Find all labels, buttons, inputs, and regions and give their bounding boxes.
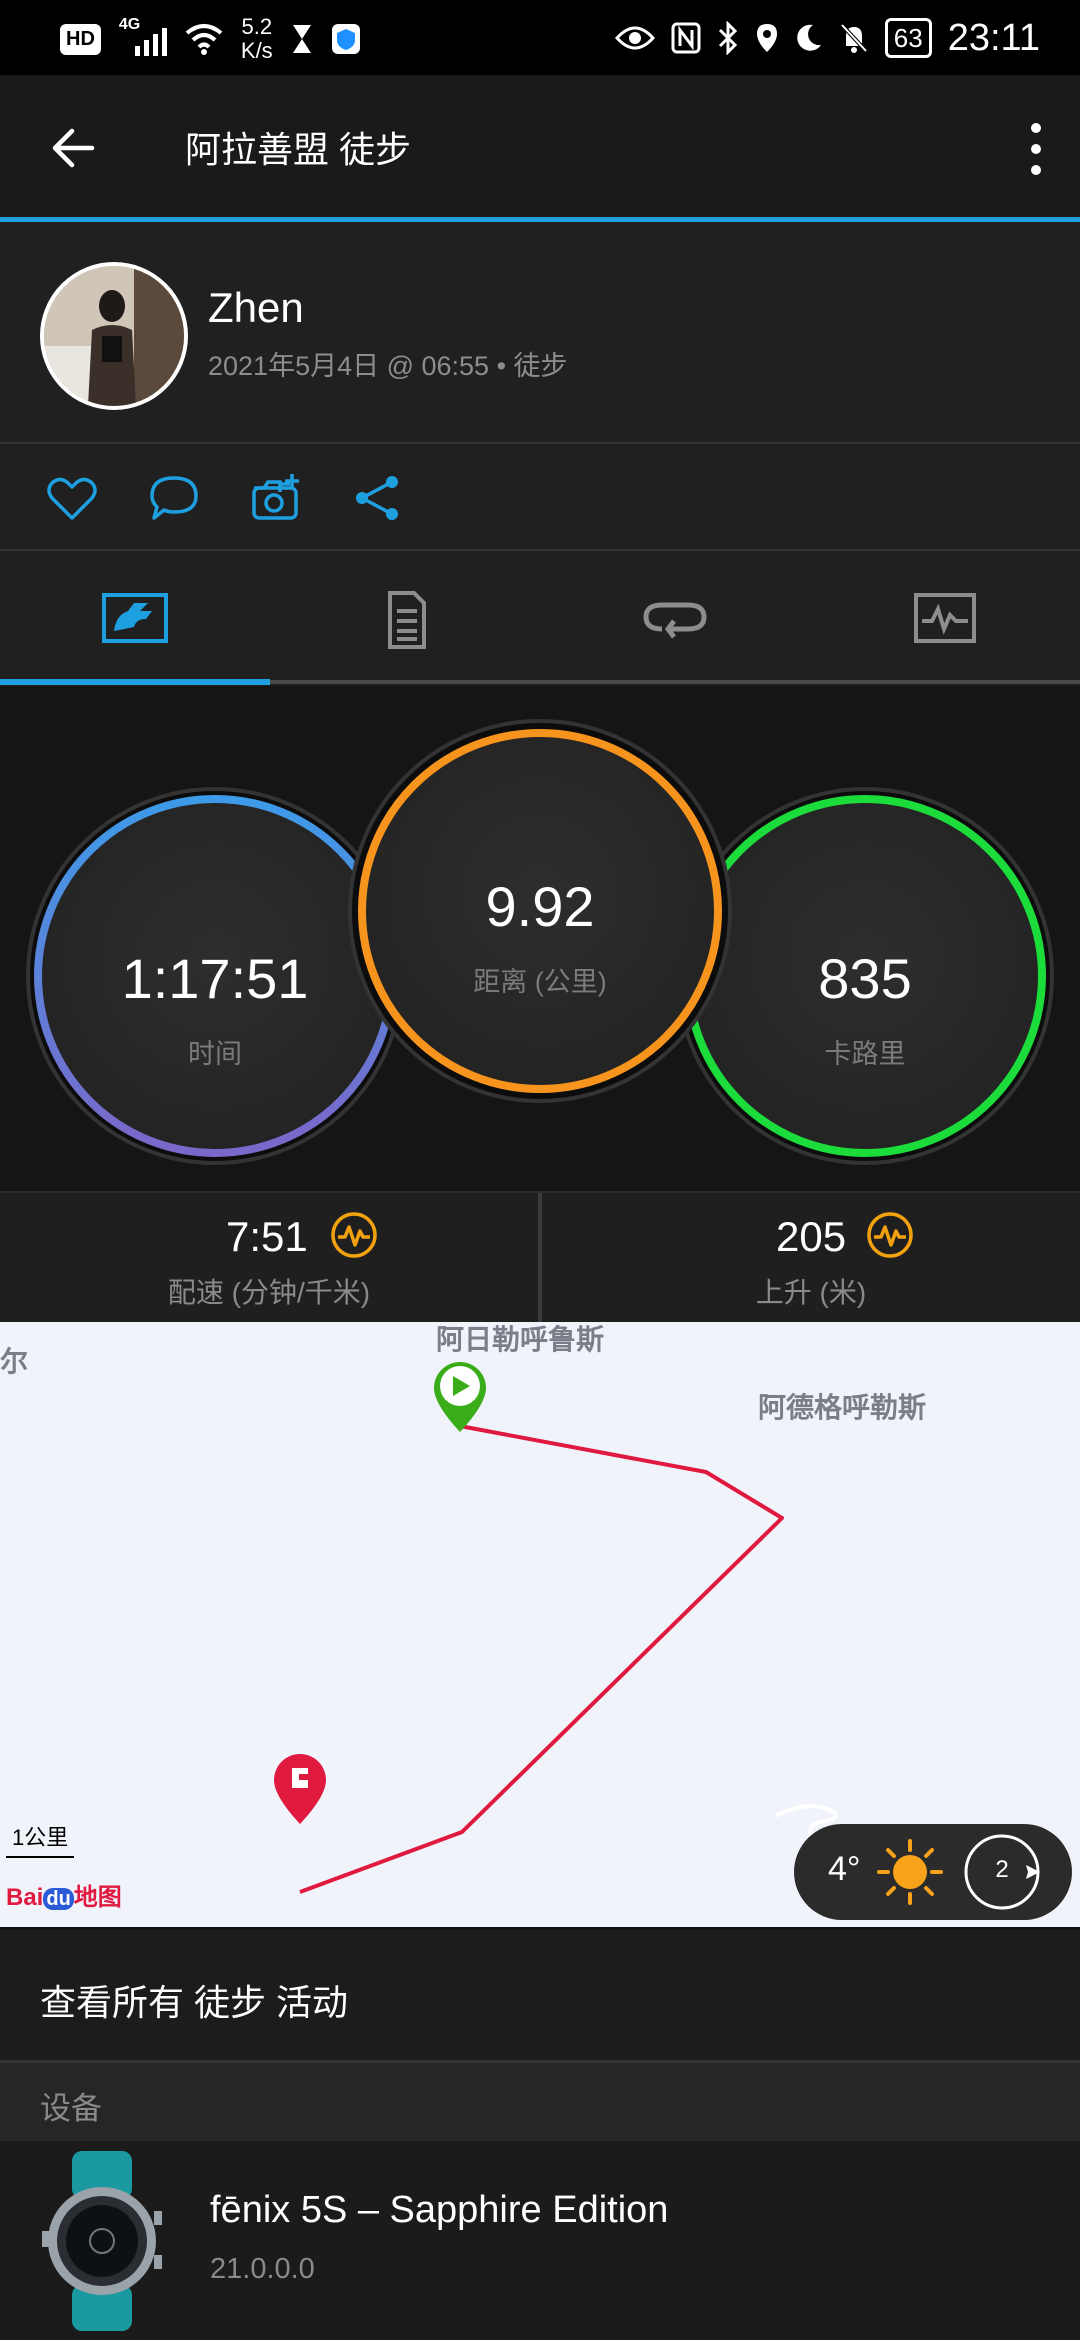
ascent-value: 205: [776, 1213, 847, 1260]
watch-icon: [42, 2151, 162, 2331]
time-value: 1:17:51: [121, 947, 309, 1010]
tab-charts-icon[interactable]: [910, 589, 980, 649]
device-item[interactable]: fēnix 5S – Sapphire Edition 21.0.0.0: [0, 2141, 1080, 2340]
pace-stat[interactable]: 7:51 配速 (分钟/千米): [0, 1193, 538, 1323]
net-speed-value: 5.2: [241, 14, 273, 39]
bluetooth-icon: [718, 21, 737, 55]
page-title: 阿拉善盟 徒步: [185, 129, 412, 170]
baidu-logo-part1: Bai: [6, 1884, 44, 1911]
back-arrow-icon[interactable]: [50, 125, 96, 171]
distance-label: 距离 (公里): [473, 967, 607, 997]
sun-icon: [877, 1839, 943, 1905]
finish-marker-icon[interactable]: [274, 1754, 326, 1854]
net-speed-unit: K/s: [240, 38, 273, 63]
more-options-icon[interactable]: [1026, 123, 1046, 175]
route-map[interactable]: 尔 阿日勒呼鲁斯 阿德格呼勒斯 1公里 Bai du 地图 4° 2: [0, 1322, 1080, 1927]
hourglass-icon: [292, 25, 311, 53]
bell-off-icon: [840, 23, 868, 53]
tab-overview-icon[interactable]: [100, 589, 170, 649]
activity-tabs: [0, 551, 1080, 686]
baidu-logo: Bai du 地图: [6, 1877, 122, 1912]
net-speed: 5.2 K/s: [241, 15, 273, 63]
nfc-icon: [671, 22, 701, 54]
avatar-photo: [44, 266, 184, 406]
calories-value: 835: [818, 947, 912, 1010]
share-icon[interactable]: [350, 470, 406, 526]
wind-speed: 2: [995, 1856, 1009, 1883]
pace-value: 7:51: [226, 1213, 308, 1260]
hd-badge: HD: [60, 23, 101, 55]
ascent-stat[interactable]: 205 上升 (米): [542, 1193, 1080, 1323]
pace-label: 配速 (分钟/千米): [167, 1277, 371, 1308]
time-label: 时间: [188, 1039, 242, 1069]
device-version: 21.0.0.0: [210, 2253, 315, 2285]
tab-laps-icon[interactable]: [640, 589, 710, 649]
eye-icon: [614, 26, 655, 50]
baidu-logo-part2: du: [43, 1888, 74, 1910]
ascent-label: 上升 (米): [755, 1277, 867, 1308]
view-all-activities[interactable]: 查看所有 徒步 活动: [0, 1930, 1080, 2063]
distance-value: 9.92: [485, 875, 595, 938]
activity-owner: Zhen 2021年5月4日 @ 06:55 • 徒步: [0, 222, 1080, 444]
route-line: [299, 1424, 784, 1894]
view-all-label: 查看所有 徒步 活动: [40, 1982, 349, 2023]
shield-icon: [331, 24, 360, 54]
location-icon: [756, 24, 777, 52]
action-bar: [0, 444, 1080, 551]
secondary-stats: 7:51 配速 (分钟/千米) 205 上升 (米): [0, 1191, 1080, 1323]
signal-icon: 4G: [119, 16, 167, 56]
username[interactable]: Zhen: [208, 284, 304, 332]
map-scale: 1公里: [6, 1820, 75, 1858]
wifi-icon: [185, 24, 223, 55]
weather-pill[interactable]: 4° 2: [794, 1824, 1072, 1920]
pulse-badge-icon: [331, 1212, 377, 1258]
temperature: 4°: [828, 1850, 861, 1888]
baidu-logo-part3: 地图: [73, 1884, 122, 1911]
devices-header-label: 设备: [40, 2091, 102, 2126]
comment-icon[interactable]: [146, 470, 202, 526]
clock: 23:11: [947, 16, 1040, 59]
tab-indicator: [0, 679, 270, 685]
calories-label: 卡路里: [824, 1039, 906, 1069]
battery-indicator: 63: [884, 18, 932, 58]
activity-meta: 2021年5月4日 @ 06:55 • 徒步: [208, 351, 568, 381]
app-bar: 阿拉善盟 徒步: [0, 75, 1080, 220]
stats-panel: 1:17:51 时间 9.92 距离 (公里) 835 卡路里: [0, 686, 1080, 1191]
moon-icon: [797, 24, 821, 51]
pulse-badge-icon: [867, 1212, 913, 1258]
add-photo-icon[interactable]: [248, 470, 304, 526]
start-marker-icon[interactable]: [434, 1362, 486, 1432]
network-type: 4G: [118, 16, 141, 33]
avatar[interactable]: [40, 262, 188, 410]
tab-details-icon[interactable]: [370, 589, 440, 649]
devices-header: 设备: [0, 2063, 1080, 2141]
status-bar: HD 4G 5.2 K/s 63 23:11: [0, 0, 1080, 75]
device-name: fēnix 5S – Sapphire Edition: [210, 2189, 669, 2231]
like-heart-icon[interactable]: [44, 470, 100, 526]
